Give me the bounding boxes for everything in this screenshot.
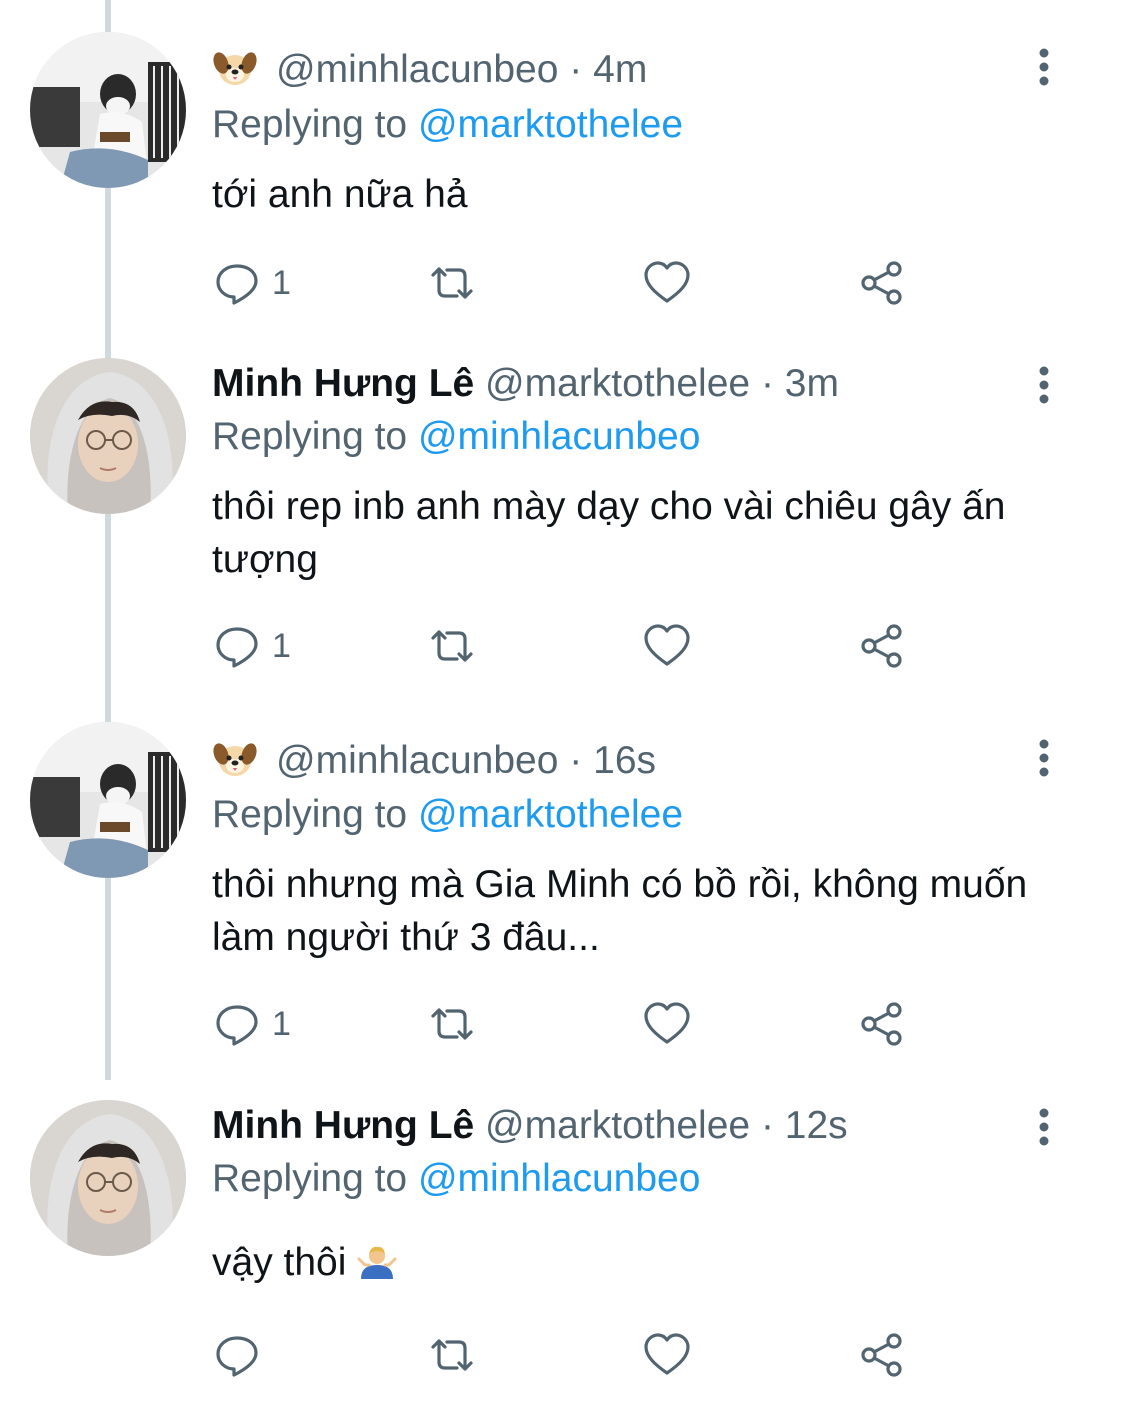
replying-prefix: Replying to xyxy=(212,1157,408,1200)
person-shrugging-emoji xyxy=(357,1240,397,1279)
share-icon xyxy=(861,1333,902,1377)
reply-button[interactable] xyxy=(212,1330,272,1380)
display-name[interactable]: Minh Hưng Lê xyxy=(212,1104,474,1147)
more-options-button[interactable] xyxy=(1034,1107,1054,1147)
avatar[interactable] xyxy=(30,1100,186,1256)
retweet-button[interactable] xyxy=(427,1330,477,1380)
tweet-4[interactable]: Minh Hưng Lê @marktothelee · 12s Replyin… xyxy=(0,0,1125,1402)
timestamp[interactable]: 12s xyxy=(785,1104,848,1147)
replying-to-line: Replying to @minhlacunbeo xyxy=(212,1156,700,1202)
retweet-icon xyxy=(431,1339,473,1371)
like-button[interactable] xyxy=(642,1330,692,1380)
mention-link[interactable]: @minhlacunbeo xyxy=(418,1157,700,1200)
separator-dot: · xyxy=(760,1104,774,1147)
tweet-text: vậy thôi xyxy=(212,1241,347,1284)
heart-icon xyxy=(644,1333,690,1375)
reply-icon xyxy=(216,1336,258,1377)
more-vertical-icon xyxy=(1039,1108,1049,1146)
handle[interactable]: @marktothelee xyxy=(485,1104,750,1147)
tweet-text-container: vậy thôi xyxy=(212,1236,1072,1289)
tweet-header: Minh Hưng Lê @marktothelee · 12s xyxy=(212,1103,848,1149)
tweet-actions xyxy=(212,1330,932,1380)
share-button[interactable] xyxy=(857,1330,907,1380)
